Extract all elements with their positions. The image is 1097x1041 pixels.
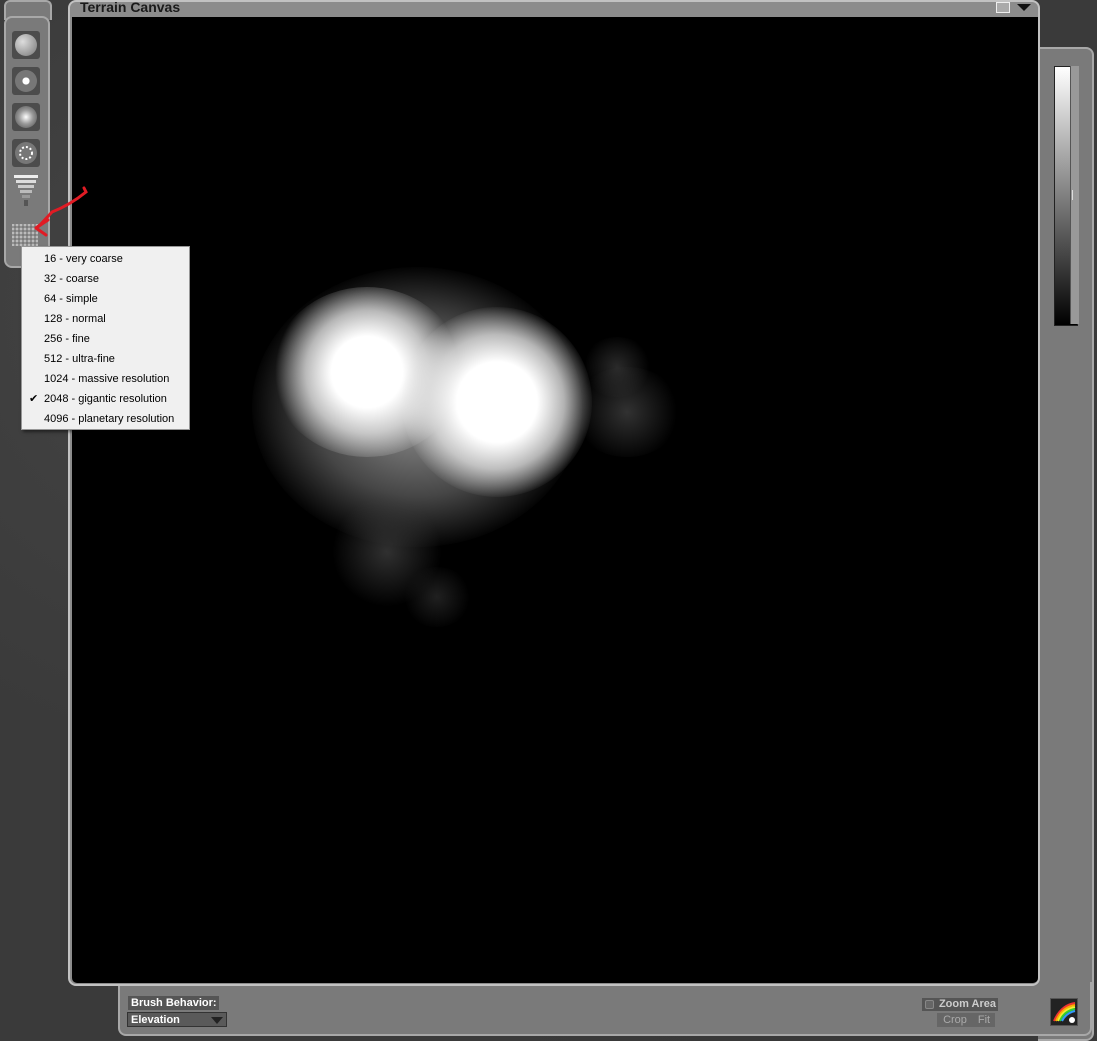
zoom-area-label: Zoom Area	[938, 998, 996, 1010]
menu-item[interactable]: ✔ 2048 - gigantic resolution	[22, 389, 189, 409]
terrain-blob	[402, 567, 472, 627]
menu-item-label: 128 - normal	[44, 313, 106, 325]
brush-behavior-value: Elevation	[131, 1014, 180, 1026]
terrain-peak-right	[402, 307, 592, 497]
menu-item-label: 4096 - planetary resolution	[44, 413, 175, 425]
resolution-menu: 16 - very coarse 32 - coarse 64 - simple 12…	[21, 246, 190, 430]
window-menu-arrow-icon[interactable]	[1017, 4, 1031, 11]
menu-item[interactable]: 512 - ultra-fine	[22, 349, 189, 369]
menu-item-label: 64 - simple	[44, 293, 98, 305]
menu-item[interactable]: 32 - coarse	[22, 269, 189, 289]
zoom-checkbox-icon	[925, 1000, 934, 1009]
menu-item[interactable]: 1024 - massive resolution	[22, 369, 189, 389]
menu-item-label: 1024 - massive resolution	[44, 373, 170, 385]
gradient-slider-handle[interactable]	[1072, 190, 1079, 200]
menu-item[interactable]: 64 - simple	[22, 289, 189, 309]
checkmark-icon: ✔	[29, 393, 39, 405]
menu-item[interactable]: 4096 - planetary resolution	[22, 409, 189, 429]
menu-item-label: 512 - ultra-fine	[44, 353, 115, 365]
annotation-arrow	[34, 186, 88, 237]
brush-behavior-label: Brush Behavior:	[128, 996, 219, 1010]
terrain-canvas[interactable]	[72, 17, 1038, 983]
menu-item-label: 32 - coarse	[44, 273, 100, 285]
chevron-down-icon	[211, 1017, 223, 1024]
brush-behavior-dropdown[interactable]: Elevation	[127, 1012, 227, 1027]
menu-item[interactable]: 128 - normal	[22, 309, 189, 329]
fit-button[interactable]: Fit	[973, 1013, 995, 1027]
menu-item-label: 256 - fine	[44, 333, 90, 345]
menu-item[interactable]: 16 - very coarse	[22, 249, 189, 269]
color-palette-icon[interactable]	[1050, 998, 1078, 1026]
menu-item-label: 16 - very coarse	[44, 253, 123, 265]
menu-item[interactable]: 256 - fine	[22, 329, 189, 349]
menu-item-label: 2048 - gigantic resolution	[44, 393, 167, 405]
crop-button[interactable]: Crop	[937, 1013, 973, 1027]
zoom-area-toggle[interactable]: Zoom Area	[922, 998, 998, 1011]
restore-icon[interactable]	[996, 2, 1010, 13]
terrain-blob	[582, 337, 652, 397]
